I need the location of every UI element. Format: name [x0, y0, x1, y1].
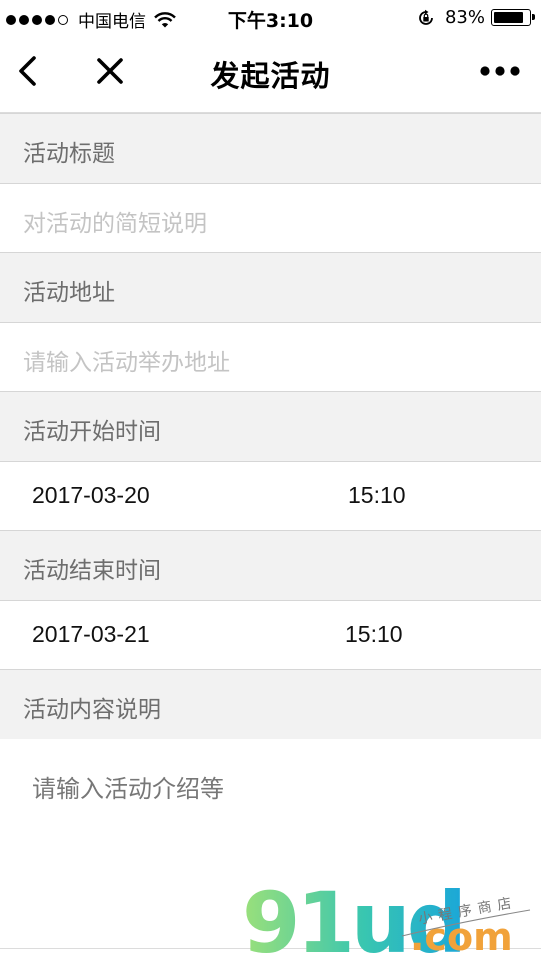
title-section-header: 活动标题 — [0, 113, 541, 183]
end-date-picker[interactable]: 2017-03-21 — [32, 621, 150, 648]
end-time-section-header: 活动结束时间 — [0, 530, 541, 600]
battery-percentage: 83% — [444, 7, 485, 28]
start-time-section-header: 活动开始时间 — [0, 391, 541, 461]
end-time-row: 2017-03-21 15:10 — [0, 600, 541, 669]
start-time-row: 2017-03-20 15:10 — [0, 461, 541, 530]
battery-icon — [491, 9, 535, 26]
start-date-picker[interactable]: 2017-03-20 — [32, 482, 150, 509]
status-right: 83% — [417, 7, 535, 28]
title-label: 活动标题 — [23, 141, 115, 167]
start-time-picker[interactable]: 15:10 — [348, 482, 406, 509]
end-time-label: 活动结束时间 — [23, 558, 161, 584]
page-title: 发起活动 — [210, 59, 331, 93]
title-input-field[interactable]: 对活动的简短说明 — [0, 183, 541, 252]
address-input-field[interactable]: 请输入活动举办地址 — [0, 322, 541, 391]
address-label: 活动地址 — [23, 280, 115, 306]
start-time-label: 活动开始时间 — [23, 419, 161, 445]
end-time-picker[interactable]: 15:10 — [345, 621, 403, 648]
navigation-bar: 发起活动 — [0, 36, 541, 113]
watermark-logo: 91ud .com 小程序商店 — [242, 880, 531, 960]
battery-tip — [532, 14, 535, 20]
status-bar: 中国电信 下午3:10 83% — [0, 0, 541, 36]
more-options-icon[interactable] — [479, 64, 521, 78]
content-label: 活动内容说明 — [23, 697, 161, 723]
title-placeholder: 对活动的简短说明 — [23, 211, 207, 237]
rotation-lock-icon — [419, 9, 433, 25]
content-placeholder: 请输入活动介绍等 — [32, 775, 224, 803]
address-placeholder: 请输入活动举办地址 — [23, 350, 230, 376]
battery-fill — [494, 12, 524, 23]
address-section-header: 活动地址 — [0, 252, 541, 322]
content-section-header: 活动内容说明 — [0, 669, 541, 739]
